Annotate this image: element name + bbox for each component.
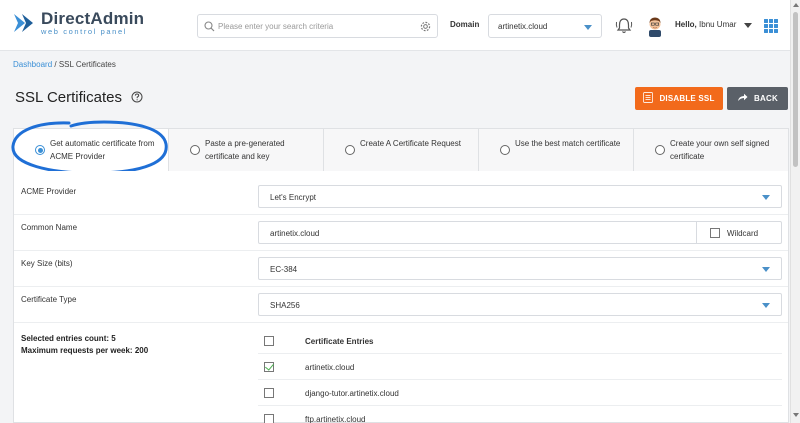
radio-best-match[interactable] [500, 145, 510, 155]
scroll-thumb[interactable] [793, 12, 798, 167]
radio-paste-certificate[interactable] [190, 145, 200, 155]
entry-name: django-tutor.artinetix.cloud [305, 389, 399, 398]
search-input[interactable] [218, 18, 414, 34]
tab-label: Paste a pre-generated certificate and ke… [205, 139, 285, 161]
entries-info: Selected entries count: 5 Maximum reques… [21, 333, 148, 357]
tab-paste-certificate[interactable]: Paste a pre-generated certificate and ke… [169, 129, 324, 171]
back-label: BACK [754, 94, 778, 103]
logo[interactable]: DirectAdmin web control panel [12, 10, 144, 36]
common-name-value: artinetix.cloud [270, 229, 320, 238]
user-name: Ibnu Umar [699, 20, 737, 29]
acme-provider-label: ACME Provider [21, 187, 77, 196]
certificate-method-tabs: Get automatic certificate from ACME Prov… [13, 128, 789, 172]
user-menu-chevron-icon[interactable] [744, 23, 752, 28]
radio-certificate-request[interactable] [345, 145, 355, 155]
certificate-type-select[interactable]: SHA256 [258, 293, 782, 316]
help-icon[interactable] [131, 91, 143, 105]
entries-header: Certificate Entries [305, 337, 374, 346]
entry-checkbox[interactable] [264, 362, 274, 372]
wildcard-toggle[interactable]: Wildcard [696, 221, 782, 244]
key-size-label: Key Size (bits) [21, 259, 73, 268]
scroll-down-icon[interactable] [793, 413, 799, 417]
shield-icon [643, 92, 654, 105]
breadcrumb: Dashboard / SSL Certificates [13, 60, 116, 69]
logo-mark-icon [12, 10, 38, 36]
certificate-entries-table: Certificate Entries artinetix.cloud djan… [258, 328, 782, 423]
entry-checkbox[interactable] [264, 414, 274, 423]
chevron-down-icon [762, 303, 770, 308]
logo-subtitle: web control panel [41, 27, 127, 37]
tab-self-signed[interactable]: Create your own self signed certificate [634, 129, 788, 171]
tab-acme-provider[interactable]: Get automatic certificate from ACME Prov… [14, 129, 169, 172]
chevron-down-icon [762, 195, 770, 200]
selected-count: Selected entries count: 5 [21, 334, 116, 343]
divider [14, 286, 788, 287]
page-scrollbar[interactable] [790, 0, 800, 423]
acme-provider-value: Let's Encrypt [270, 193, 316, 202]
breadcrumb-dashboard-link[interactable]: Dashboard [13, 60, 52, 69]
table-header-row: Certificate Entries [258, 328, 782, 354]
entry-name: ftp.artinetix.cloud [305, 415, 366, 423]
chevron-down-icon [584, 25, 592, 30]
tab-certificate-request[interactable]: Create A Certificate Request [324, 129, 479, 171]
gear-icon[interactable] [420, 21, 431, 34]
acme-provider-select[interactable]: Let's Encrypt [258, 185, 782, 208]
max-requests: Maximum requests per week: 200 [21, 346, 149, 355]
divider [14, 214, 788, 215]
breadcrumb-current: SSL Certificates [58, 60, 116, 69]
entry-name: artinetix.cloud [305, 363, 355, 372]
tab-label: Create your own self signed certificate [670, 139, 770, 161]
user-greeting[interactable]: Hello, Ibnu Umar [675, 20, 736, 29]
common-name-input[interactable]: artinetix.cloud [258, 221, 697, 244]
divider [14, 250, 788, 251]
logo-title: DirectAdmin [41, 9, 145, 29]
key-size-value: EC-384 [270, 265, 298, 274]
certificate-type-label: Certificate Type [21, 295, 77, 304]
top-header: DirectAdmin web control panel Domain art… [0, 0, 790, 51]
table-row[interactable]: ftp.artinetix.cloud [258, 406, 782, 423]
tab-label: Get automatic certificate from ACME Prov… [50, 139, 155, 161]
common-name-label: Common Name [21, 223, 78, 232]
wildcard-label: Wildcard [727, 229, 759, 238]
domain-value: artinetix.cloud [498, 22, 548, 31]
chevron-down-icon [762, 267, 770, 272]
table-row[interactable]: django-tutor.artinetix.cloud [258, 380, 782, 406]
wildcard-checkbox[interactable] [710, 228, 720, 238]
search-box [197, 14, 438, 38]
disable-ssl-button[interactable]: DISABLE SSL [635, 87, 723, 110]
search-icon [204, 21, 215, 34]
page-title: SSL Certificates [15, 89, 122, 106]
tab-label: Use the best match certificate [515, 139, 621, 148]
tab-label: Create A Certificate Request [360, 139, 461, 148]
radio-acme-provider[interactable] [35, 145, 45, 155]
table-row[interactable]: artinetix.cloud [258, 354, 782, 380]
entry-checkbox[interactable] [264, 388, 274, 398]
share-arrow-icon [737, 93, 748, 104]
back-button[interactable]: BACK [727, 87, 788, 110]
bell-icon[interactable] [614, 16, 634, 38]
acme-form: ACME Provider Let's Encrypt Common Name … [13, 171, 789, 423]
divider [14, 322, 788, 323]
certificate-type-value: SHA256 [270, 301, 300, 310]
scroll-up-icon[interactable] [793, 3, 799, 7]
tab-best-match[interactable]: Use the best match certificate [479, 129, 634, 171]
disable-ssl-label: DISABLE SSL [659, 94, 715, 103]
domain-label: Domain [450, 20, 480, 29]
domain-select[interactable]: artinetix.cloud [488, 14, 602, 38]
key-size-select[interactable]: EC-384 [258, 257, 782, 280]
radio-self-signed[interactable] [655, 145, 665, 155]
avatar-icon[interactable] [645, 15, 665, 39]
apps-grid-icon[interactable] [764, 19, 778, 33]
select-all-checkbox[interactable] [264, 336, 274, 346]
